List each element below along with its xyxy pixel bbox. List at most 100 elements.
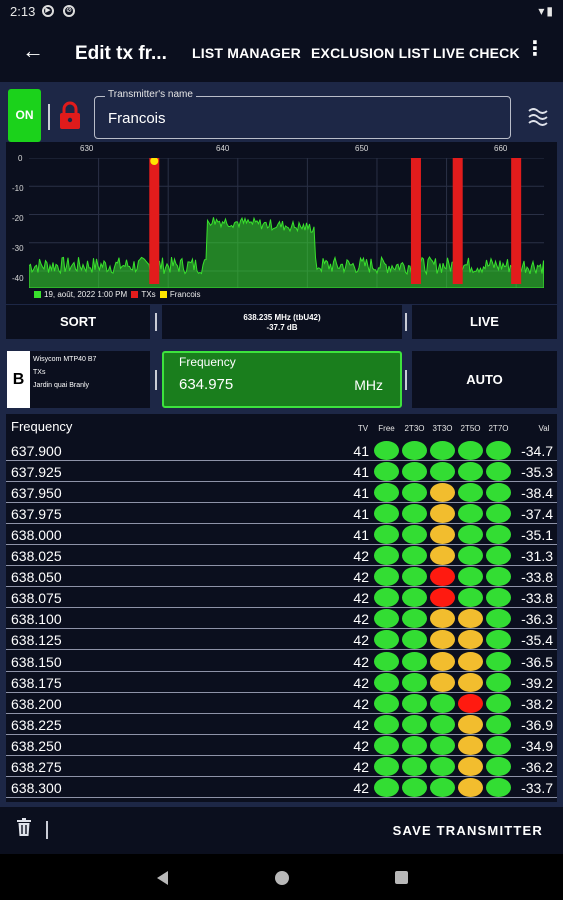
status-dot	[458, 735, 483, 755]
row-frequency: 638.200	[11, 695, 62, 712]
delete-icon[interactable]	[17, 818, 31, 836]
row-tv-channel: 42	[353, 611, 369, 628]
receiver-location: Jardin quai Branly	[33, 382, 90, 389]
row-tv-channel: 42	[353, 716, 369, 733]
status-dot	[402, 483, 427, 503]
table-row[interactable]: 638.175 42 -39.2	[6, 672, 557, 693]
status-dot	[430, 588, 455, 608]
divider	[155, 370, 157, 390]
legend-swatch-tx	[159, 291, 167, 298]
row-frequency: 637.900	[11, 443, 62, 459]
status-dot	[374, 735, 399, 755]
status-dot	[458, 630, 483, 650]
on-toggle[interactable]: ON	[8, 89, 41, 142]
status-dot	[374, 546, 399, 566]
exclusion-list-button[interactable]: EXCLUSION LIST	[311, 45, 430, 61]
status-dot	[374, 525, 399, 545]
table-row[interactable]: 637.950 41 -38.4	[6, 482, 557, 504]
row-frequency: 637.950	[11, 485, 62, 502]
status-dot	[430, 609, 455, 629]
table-row[interactable]: 638.250 42 -34.9	[6, 735, 557, 756]
row-frequency: 638.000	[11, 527, 62, 544]
table-row[interactable]: 638.050 42 -33.8	[6, 566, 557, 588]
status-dot	[402, 714, 427, 734]
nav-home-icon[interactable]	[275, 871, 289, 885]
spectrum-plot	[29, 158, 544, 288]
receiver-model: Wisycom MTP40 B7	[33, 356, 97, 363]
status-dot	[430, 672, 455, 692]
status-dot	[458, 567, 483, 587]
table-row[interactable]: 637.925 41 -35.3	[6, 461, 557, 483]
column-header-val: Val	[538, 424, 550, 433]
status-dot	[430, 462, 455, 482]
status-dot	[430, 735, 455, 755]
column-header-3t3o: 3T3O	[432, 424, 453, 433]
table-row[interactable]: 637.900 41 -34.7	[6, 440, 557, 461]
status-dot	[458, 483, 483, 503]
nav-back-icon[interactable]	[157, 871, 168, 885]
table-row[interactable]: 638.300 42 -33.7	[6, 777, 557, 798]
table-row[interactable]: 638.225 42 -36.9	[6, 714, 557, 735]
transmitter-name-value[interactable]: Francois	[108, 110, 166, 127]
row-value: -37.4	[521, 506, 553, 523]
status-dot	[430, 441, 455, 460]
sort-button[interactable]: SORT	[6, 305, 150, 339]
transmitter-name-field[interactable]: Transmitter's name Francois	[94, 89, 511, 139]
table-row[interactable]: 637.975 41 -37.4	[6, 503, 557, 525]
lock-icon[interactable]	[58, 100, 82, 130]
row-value: -33.8	[521, 569, 553, 586]
y-tick-label: -30	[12, 244, 24, 253]
status-dot	[430, 777, 455, 797]
frequency-value[interactable]: 634.975	[179, 376, 233, 393]
transmitter-name-label: Transmitter's name	[105, 89, 196, 100]
row-tv-channel: 42	[353, 569, 369, 586]
table-row[interactable]: 638.075 42 -33.8	[6, 587, 557, 609]
table-row[interactable]: 638.150 42 -36.5	[6, 651, 557, 672]
receiver-group: TXs	[33, 369, 46, 376]
status-dot	[458, 756, 483, 776]
row-value: -35.4	[521, 632, 553, 649]
table-row[interactable]: 638.200 42 -38.2	[6, 693, 557, 714]
status-dot	[430, 756, 455, 776]
status-dot	[458, 651, 483, 671]
table-row[interactable]: 638.275 42 -36.2	[6, 756, 557, 777]
wifi-battery-icons: ▾▮	[538, 4, 555, 18]
live-check-button[interactable]: LIVE CHECK	[433, 45, 520, 61]
live-button[interactable]: LIVE	[412, 305, 557, 339]
row-frequency: 638.275	[11, 758, 62, 775]
status-dot	[458, 777, 483, 797]
table-row[interactable]: 638.100 42 -36.3	[6, 608, 557, 630]
row-frequency: 638.225	[11, 716, 62, 733]
row-tv-channel: 42	[353, 632, 369, 649]
save-transmitter-button[interactable]: SAVE TRANSMITTER	[393, 823, 543, 838]
status-dot	[430, 546, 455, 566]
table-row[interactable]: 638.025 42 -31.3	[6, 545, 557, 567]
nav-recents-icon[interactable]	[395, 871, 408, 884]
waves-icon[interactable]	[527, 106, 549, 128]
table-row[interactable]: 638.125 42 -35.4	[6, 629, 557, 651]
status-dot	[374, 483, 399, 503]
back-arrow-icon[interactable]: ←	[22, 40, 44, 62]
frequency-field[interactable]: Frequency 634.975 MHz	[162, 351, 402, 408]
auto-button[interactable]: AUTO	[412, 351, 557, 408]
column-header-tv: TV	[357, 424, 369, 433]
row-value: -38.4	[521, 485, 553, 502]
receiver-info[interactable]: Wisycom MTP40 B7 TXs Jardin quai Branly	[30, 351, 150, 408]
row-frequency: 638.300	[11, 779, 62, 796]
table-row[interactable]: 638.000 41 -35.1	[6, 524, 557, 546]
row-tv-channel: 42	[353, 737, 369, 754]
cursor-level: -37.7 dB	[266, 323, 298, 332]
status-dot	[430, 714, 455, 734]
row-value: -34.7	[521, 443, 553, 459]
status-dot	[458, 672, 483, 692]
row-frequency: 637.925	[11, 464, 62, 481]
status-dot	[458, 588, 483, 608]
list-manager-button[interactable]: LIST MANAGER	[192, 45, 301, 61]
tx-bar	[149, 158, 160, 284]
status-dot	[430, 567, 455, 587]
more-options-icon[interactable]: ⋮	[525, 39, 545, 59]
channel-chip[interactable]: B	[7, 351, 30, 408]
row-tv-channel: 41	[353, 464, 369, 481]
cursor-frequency: 638.235 MHz (tbU42)	[243, 313, 321, 322]
column-header-frequency: Frequency	[11, 419, 73, 434]
